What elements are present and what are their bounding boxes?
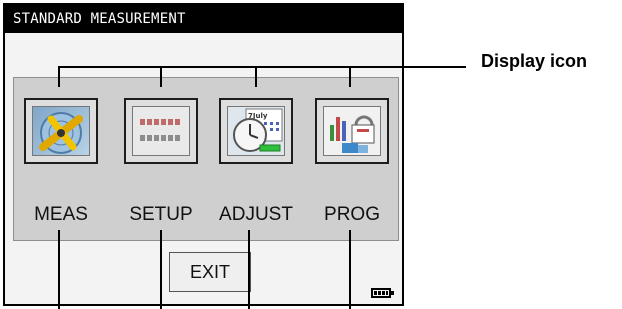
title-bar: STANDARD MEASUREMENT xyxy=(5,5,402,33)
measure-instrument-icon xyxy=(32,106,90,156)
display-icon-callout: Display icon xyxy=(481,51,588,71)
settings-grid-icon xyxy=(132,106,190,156)
prog-label[interactable]: PROG xyxy=(302,204,402,226)
callout-down-4 xyxy=(349,230,351,309)
prog-icon-button[interactable] xyxy=(315,98,389,164)
callout-tick-3 xyxy=(255,66,257,87)
callout-tick-2 xyxy=(160,66,162,87)
callout-tick-4 xyxy=(349,66,351,87)
meas-icon-button[interactable] xyxy=(24,98,98,164)
window-title: STANDARD MEASUREMENT xyxy=(13,11,186,27)
callout-tick-1 xyxy=(58,66,60,87)
setup-label[interactable]: SETUP xyxy=(111,204,211,226)
exit-label: EXIT xyxy=(189,262,230,282)
exit-button[interactable]: EXIT xyxy=(169,252,251,292)
setup-icon-button[interactable] xyxy=(124,98,198,164)
callout-leader xyxy=(351,66,466,68)
battery-icon xyxy=(371,288,394,298)
meas-label[interactable]: MEAS xyxy=(11,204,111,226)
callout-top-bracket xyxy=(58,66,351,68)
callout-down-1 xyxy=(58,230,60,309)
adjust-label[interactable]: ADJUST xyxy=(206,204,306,226)
device-screen: STANDARD MEASUREMENT 7July MEAS SETUP AD… xyxy=(3,3,404,306)
callout-down-3 xyxy=(248,230,250,309)
adjust-icon-button[interactable]: 7July xyxy=(219,98,293,164)
callout-down-2 xyxy=(160,230,162,309)
programs-chart-icon xyxy=(323,106,381,156)
icon-panel: 7July MEAS SETUP ADJUST PROG xyxy=(13,77,399,241)
calendar-clock-icon: 7July xyxy=(227,106,285,156)
